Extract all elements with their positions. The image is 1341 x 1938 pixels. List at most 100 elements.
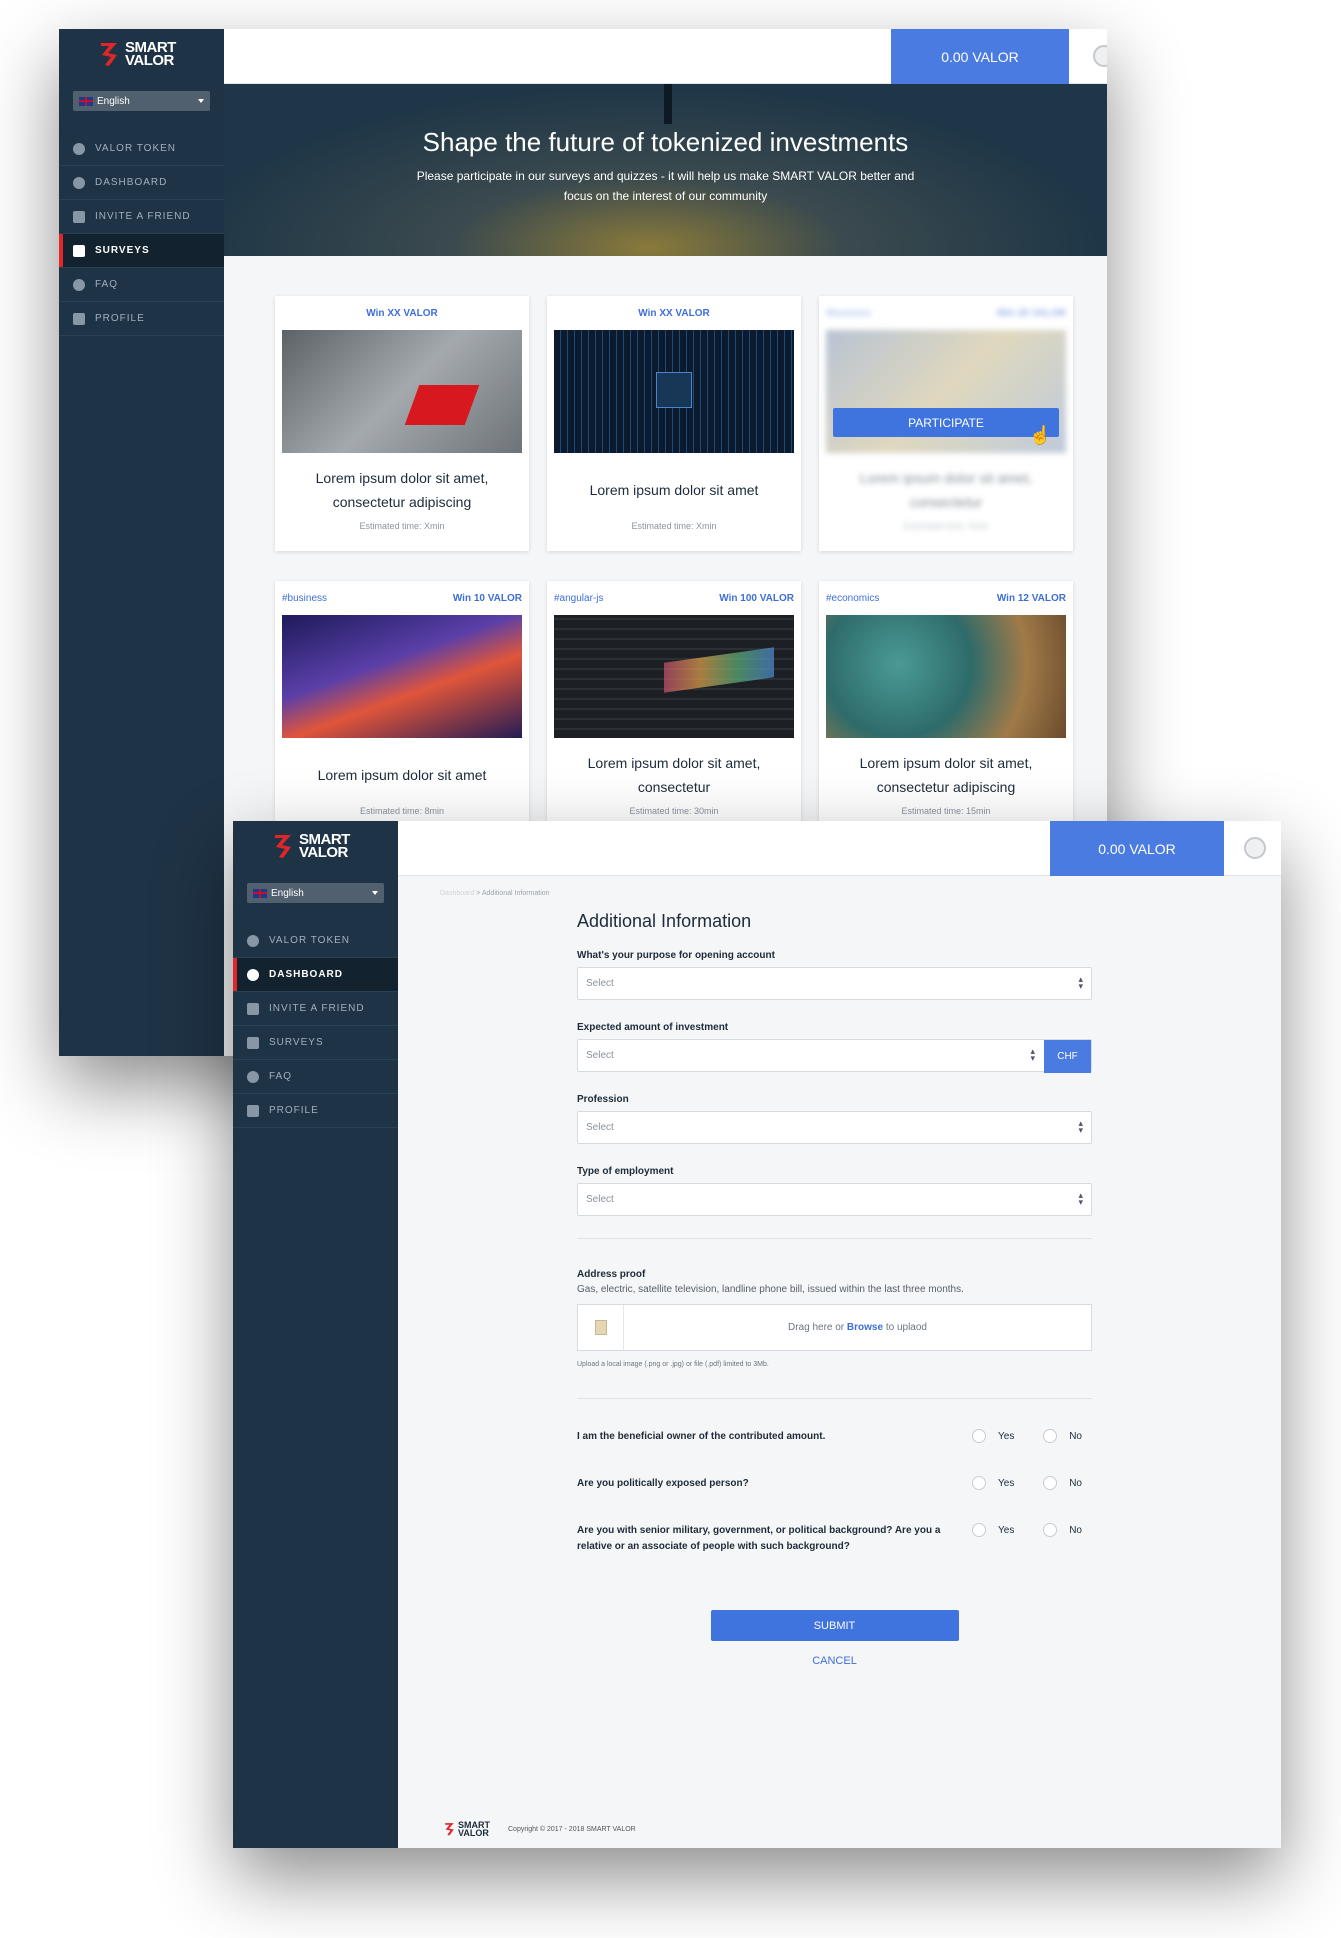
dashboard-gauge-icon: [247, 968, 259, 981]
balance-button[interactable]: 0.00 VALOR: [891, 29, 1069, 84]
caret-down-icon: [372, 891, 378, 898]
radio-no[interactable]: No: [1043, 1429, 1082, 1443]
language-select[interactable]: English: [73, 91, 210, 111]
breadcrumb-dashboard[interactable]: Dashboard: [440, 890, 474, 897]
radio-circle-icon: [1043, 1429, 1058, 1443]
sidebar-item-dashboard[interactable]: DASHBOARD: [59, 166, 224, 200]
radio-no-label: No: [1069, 1477, 1082, 1489]
card-image: [282, 615, 522, 738]
radio-yes-label: Yes: [998, 1524, 1015, 1536]
profession-select[interactable]: Select ▴ ▾: [577, 1111, 1092, 1144]
sidebar-nav: VALOR TOKEN DASHBOARD INVITE A FRIEND SU…: [59, 132, 224, 336]
radio-circle-icon: [972, 1429, 986, 1443]
employment-label: Type of employment: [577, 1166, 674, 1177]
radio-circle-icon: [972, 1523, 986, 1537]
sidebar-item-label: VALOR TOKEN: [269, 935, 351, 946]
question-icon: [73, 278, 85, 291]
radio-yes[interactable]: Yes: [972, 1523, 1014, 1537]
profile-card-icon: [247, 1104, 259, 1117]
employment-select[interactable]: Select ▴ ▾: [577, 1183, 1092, 1216]
sidebar: SMART VALOR English VALOR TOKEN DASHBOAR…: [59, 29, 224, 1056]
additional-info-form: Additional Information What's your purpo…: [577, 911, 1092, 1667]
breadcrumb: Dashboard > Additional Information: [440, 890, 550, 897]
sidebar-item-surveys[interactable]: SURVEYS: [59, 234, 224, 268]
sidebar-item-surveys[interactable]: SURVEYS: [233, 1026, 398, 1060]
card-tag: #angular-js: [554, 592, 604, 604]
card-title: Lorem ipsum dolor sit amet, consectetur …: [859, 755, 1033, 795]
purpose-label: What's your purpose for opening account: [577, 950, 775, 961]
logo-mark-icon: [273, 833, 295, 859]
sidebar-item-label: SURVEYS: [95, 245, 150, 256]
language-label: English: [271, 887, 304, 899]
sidebar-item-invite[interactable]: INVITE A FRIEND: [59, 200, 224, 234]
hero-text: Please participate in our surveys and qu…: [416, 169, 915, 203]
radio-circle-icon: [1043, 1476, 1058, 1490]
submit-button[interactable]: SUBMIT: [710, 1610, 959, 1641]
logo-line2: VALOR: [299, 844, 348, 861]
balance-button[interactable]: 0.00 VALOR: [1050, 821, 1224, 876]
radio-yes[interactable]: Yes: [972, 1429, 1014, 1443]
card-image: [282, 330, 522, 453]
radio-no[interactable]: No: [1043, 1476, 1082, 1490]
participate-button[interactable]: PARTICIPATE: [833, 408, 1059, 437]
sidebar-item-faq[interactable]: FAQ: [59, 268, 224, 302]
survey-card[interactable]: #business Win 10 VALOR Lorem ipsum dolor …: [275, 581, 529, 836]
upload-dropzone[interactable]: Drag here or Browse to uplaod: [577, 1304, 1092, 1351]
up-down-arrows-icon: ▴ ▾: [1030, 1046, 1035, 1063]
lamp-decoration: [664, 84, 672, 124]
question-icon: [247, 1070, 259, 1083]
survey-card[interactable]: Win XX VALOR Lorem ipsum dolor sit amet …: [547, 296, 801, 551]
sidebar-item-valor-token[interactable]: VALOR TOKEN: [233, 924, 398, 958]
radio-no-label: No: [1069, 1430, 1082, 1442]
sidebar-item-dashboard[interactable]: DASHBOARD: [233, 958, 398, 992]
card-title: Lorem ipsum dolor sit amet: [317, 767, 487, 783]
sidebar-item-invite[interactable]: INVITE A FRIEND: [233, 992, 398, 1026]
card-title: Lorem ipsum dolor sit amet: [589, 482, 759, 498]
card-time: Estimated time: Xmin: [903, 521, 989, 531]
card-tag: #business: [826, 307, 872, 319]
question-text: Are you with senior military, government…: [577, 1525, 941, 1552]
card-time: Estimated time: Xmin: [631, 521, 717, 531]
up-down-arrows-icon: ▴ ▾: [1078, 1190, 1083, 1207]
radio-group: Yes No: [972, 1523, 1092, 1537]
card-title: Lorem ipsum dolor sit amet, consectetur: [587, 755, 761, 795]
logo[interactable]: SMART VALOR: [99, 40, 176, 68]
sidebar-item-profile[interactable]: PROFILE: [59, 302, 224, 336]
sidebar-item-profile[interactable]: PROFILE: [233, 1094, 398, 1128]
breadcrumb-current: Additional Information: [481, 890, 550, 897]
sidebar-item-label: DASHBOARD: [95, 177, 168, 188]
card-time: Estimated time: 30min: [629, 806, 719, 816]
card-reward: Win 10 VALOR: [452, 592, 522, 604]
purpose-select[interactable]: Select ▴ ▾: [577, 967, 1092, 1000]
language-select[interactable]: English: [247, 883, 384, 903]
address-proof-help: Gas, electric, satellite television, lan…: [577, 1284, 964, 1295]
upload-suffix: to uplaod: [885, 1322, 927, 1333]
radio-yes[interactable]: Yes: [972, 1476, 1014, 1490]
question-text: Are you politically exposed person?: [577, 1478, 749, 1489]
coin-icon: [247, 934, 259, 947]
survey-card[interactable]: Win XX VALOR Lorem ipsum dolor sit amet,…: [275, 296, 529, 551]
language-label: English: [97, 95, 130, 107]
avatar[interactable]: [1244, 837, 1266, 859]
card-reward: Win 100 VALOR: [719, 592, 794, 604]
sidebar-item-label: SURVEYS: [269, 1037, 324, 1048]
survey-card[interactable]: #economics Win 12 VALOR Lorem ipsum dolor…: [819, 581, 1073, 836]
cancel-link[interactable]: CANCEL: [577, 1655, 1092, 1667]
investment-select[interactable]: Select ▴ ▾ CHF: [577, 1039, 1092, 1073]
profession-placeholder: Select: [586, 1122, 614, 1133]
logo[interactable]: SMART VALOR: [273, 832, 350, 861]
avatar[interactable]: [1093, 45, 1107, 67]
topbar: 0.00 VALOR: [224, 29, 1107, 84]
sidebar-item-faq[interactable]: FAQ: [233, 1060, 398, 1094]
sidebar-item-valor-token[interactable]: VALOR TOKEN: [59, 132, 224, 166]
investment-placeholder: Select: [586, 1050, 614, 1061]
browse-link[interactable]: Browse: [847, 1322, 883, 1333]
page-title: Additional Information: [577, 911, 752, 931]
question-row: Are you with senior military, government…: [577, 1523, 1092, 1570]
radio-no[interactable]: No: [1043, 1523, 1082, 1537]
card-image: [554, 615, 794, 738]
currency-button[interactable]: CHF: [1044, 1040, 1091, 1073]
sidebar-item-label: PROFILE: [95, 313, 145, 324]
survey-card-hover[interactable]: #business Win 20 VALOR Lorem ipsum dolor …: [819, 296, 1073, 551]
survey-card[interactable]: #angular-js Win 100 VALOR Lorem ipsum dol…: [547, 581, 801, 836]
